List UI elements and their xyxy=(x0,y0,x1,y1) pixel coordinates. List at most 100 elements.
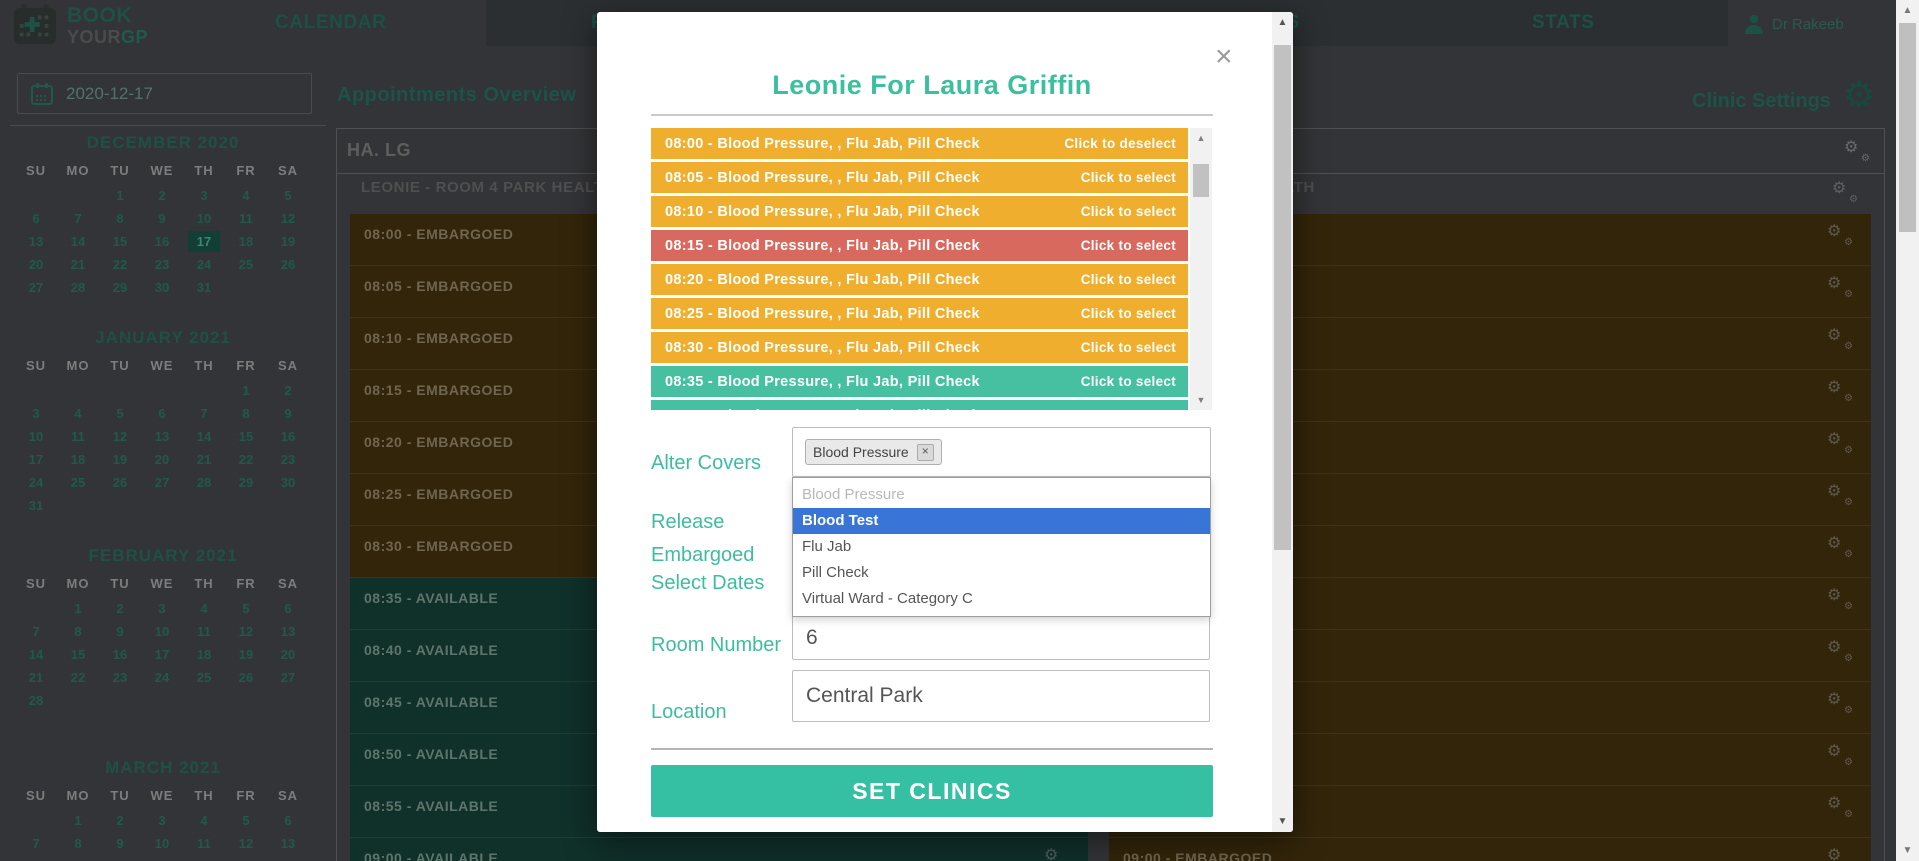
calendar-day[interactable]: 7 xyxy=(62,208,94,229)
row-settings-cogs-icon[interactable]: ⚙ ⚙ xyxy=(1827,484,1853,508)
calendar-day[interactable]: 28 xyxy=(62,277,94,298)
dropdown-option[interactable]: Blood Test xyxy=(793,508,1210,534)
calendar-day[interactable]: 17 xyxy=(146,644,178,665)
calendar-day[interactable]: 19 xyxy=(104,449,136,470)
calendar-day[interactable]: 3 xyxy=(146,810,178,831)
modal-scrollbar[interactable]: ▲ ▼ xyxy=(1272,12,1293,832)
row-settings-cogs-icon[interactable]: ⚙ ⚙ xyxy=(1827,536,1853,560)
time-slot[interactable]: 08:30 - Blood Pressure, , Flu Jab, Pill … xyxy=(651,332,1188,363)
calendar-day[interactable]: 6 xyxy=(272,810,304,831)
time-slot[interactable]: 08:35 - Blood Pressure, , Flu Jab, Pill … xyxy=(651,366,1188,397)
calendar-day[interactable]: 6 xyxy=(20,208,52,229)
calendar-day[interactable]: 8 xyxy=(230,403,262,424)
calendar-day[interactable]: 1 xyxy=(104,185,136,206)
calendar-day[interactable]: 24 xyxy=(188,254,220,275)
calendar-day[interactable]: 17 xyxy=(20,449,52,470)
calendar-day[interactable]: 21 xyxy=(20,667,52,688)
user-menu[interactable]: Dr Rakeeb xyxy=(1744,13,1844,35)
calendar-day[interactable]: 9 xyxy=(146,208,178,229)
calendar-day[interactable]: 2 xyxy=(146,185,178,206)
calendar-day[interactable]: 29 xyxy=(230,472,262,493)
row-settings-cogs-icon[interactable]: ⚙ ⚙ xyxy=(1827,744,1853,768)
calendar-day[interactable]: 1 xyxy=(62,810,94,831)
row-settings-cogs-icon[interactable]: ⚙ ⚙ xyxy=(1044,848,1068,861)
row-settings-cogs-icon[interactable]: ⚙ ⚙ xyxy=(1827,224,1853,248)
time-slot[interactable]: 08:10 - Blood Pressure, , Flu Jab, Pill … xyxy=(651,196,1188,227)
row-settings-cogs-icon[interactable]: ⚙ ⚙ xyxy=(1827,796,1853,820)
row-settings-cogs-icon[interactable]: ⚙ ⚙ xyxy=(1827,692,1853,716)
slot-list-scroll-thumb[interactable] xyxy=(1193,164,1209,197)
row-settings-cogs-icon[interactable]: ⚙ ⚙ xyxy=(1827,328,1853,352)
close-icon[interactable]: × xyxy=(1215,42,1233,72)
dropdown-option[interactable]: Blood Pressure xyxy=(793,482,1210,508)
appointment-row[interactable]: 09:00 - EMBARGOED ⚙ ⚙ xyxy=(1109,838,1871,861)
row-settings-cogs-icon[interactable]: ⚙ ⚙ xyxy=(1827,276,1853,300)
nav-tab-stats[interactable]: STATS xyxy=(1532,12,1594,34)
calendar-day[interactable]: 29 xyxy=(104,277,136,298)
calendar-day[interactable]: 14 xyxy=(188,426,220,447)
scroll-down-icon[interactable]: ▼ xyxy=(1190,395,1212,405)
calendar-day[interactable]: 24 xyxy=(146,667,178,688)
calendar-day[interactable]: 25 xyxy=(188,667,220,688)
calendar-day[interactable]: 31 xyxy=(20,495,52,516)
set-clinics-button[interactable]: SET CLINICS xyxy=(651,765,1213,817)
time-slot[interactable]: 08:20 - Blood Pressure, , Flu Jab, Pill … xyxy=(651,264,1188,295)
calendar-day[interactable]: 20 xyxy=(272,644,304,665)
calendar-day[interactable]: 18 xyxy=(62,449,94,470)
panel-settings-cogs-icon[interactable]: ⚙ ⚙ xyxy=(1844,140,1870,164)
scroll-up-icon[interactable]: ▲ xyxy=(1272,17,1293,28)
time-slot[interactable]: 08:25 - Blood Pressure, , Flu Jab, Pill … xyxy=(651,298,1188,329)
calendar-day[interactable]: 2 xyxy=(272,380,304,401)
appointment-row[interactable]: 09:00 - AVAILABLE ⚙ ⚙ xyxy=(350,838,1088,861)
calendar-day[interactable]: 11 xyxy=(188,621,220,642)
calendar-day[interactable]: 11 xyxy=(230,208,262,229)
column-room6-cogs-icon[interactable]: ⚙ ⚙ xyxy=(1832,181,1858,205)
calendar-day[interactable]: 14 xyxy=(20,644,52,665)
scroll-up-icon[interactable]: ▲ xyxy=(1896,5,1919,16)
calendar-day[interactable]: 22 xyxy=(230,449,262,470)
row-settings-cogs-icon[interactable]: ⚙ ⚙ xyxy=(1827,640,1853,664)
calendar-day[interactable]: 27 xyxy=(272,667,304,688)
calendar-day[interactable]: 11 xyxy=(188,833,220,854)
calendar-day[interactable]: 26 xyxy=(272,254,304,275)
calendar-day[interactable]: 27 xyxy=(146,472,178,493)
calendar-day[interactable]: 5 xyxy=(230,810,262,831)
brand-logo[interactable]: BOOK YOURGP xyxy=(12,4,148,46)
calendar-day[interactable]: 18 xyxy=(230,231,262,252)
calendar-day[interactable]: 12 xyxy=(104,426,136,447)
calendar-day[interactable]: 25 xyxy=(62,472,94,493)
calendar-day[interactable]: 26 xyxy=(104,472,136,493)
time-slot[interactable]: 08:15 - Blood Pressure, , Flu Jab, Pill … xyxy=(651,230,1188,261)
calendar-day[interactable]: 4 xyxy=(188,598,220,619)
calendar-day[interactable]: 16 xyxy=(104,644,136,665)
calendar-day[interactable]: 5 xyxy=(230,598,262,619)
remove-tag-icon[interactable]: × xyxy=(916,443,934,461)
calendar-day[interactable]: 23 xyxy=(146,254,178,275)
calendar-day[interactable]: 30 xyxy=(272,472,304,493)
calendar-day[interactable]: 6 xyxy=(146,403,178,424)
calendar-day[interactable]: 19 xyxy=(230,644,262,665)
calendar-day[interactable]: 4 xyxy=(188,810,220,831)
calendar-day[interactable]: 20 xyxy=(146,449,178,470)
calendar-day[interactable]: 24 xyxy=(20,472,52,493)
slot-list-scrollbar[interactable]: ▲ ▼ xyxy=(1190,128,1212,410)
calendar-day[interactable]: 8 xyxy=(62,621,94,642)
calendar-day[interactable]: 10 xyxy=(146,833,178,854)
time-slot[interactable]: 08:40 - Blood Pressure, , Flu Jab, Pill … xyxy=(651,400,1188,410)
calendar-day[interactable]: 3 xyxy=(188,185,220,206)
calendar-day[interactable]: 12 xyxy=(272,208,304,229)
room-number-input[interactable] xyxy=(792,615,1210,660)
nav-tab-calendar[interactable]: CALENDAR xyxy=(275,12,386,34)
row-settings-cogs-icon[interactable]: ⚙ ⚙ xyxy=(1827,380,1853,404)
dropdown-option[interactable]: Pill Check xyxy=(793,560,1210,586)
calendar-day[interactable]: 8 xyxy=(104,208,136,229)
calendar-day[interactable]: 12 xyxy=(230,833,262,854)
calendar-day[interactable]: 28 xyxy=(188,472,220,493)
selected-cover-tag[interactable]: Blood Pressure × xyxy=(805,439,942,465)
calendar-day[interactable]: 15 xyxy=(104,231,136,252)
calendar-day[interactable]: 13 xyxy=(272,621,304,642)
calendar-day[interactable]: 3 xyxy=(20,403,52,424)
time-slot[interactable]: 08:00 - Blood Pressure, , Flu Jab, Pill … xyxy=(651,128,1188,159)
calendar-day[interactable]: 15 xyxy=(230,426,262,447)
clinic-settings-gear-icon[interactable]: ⚙ xyxy=(1843,74,1875,116)
